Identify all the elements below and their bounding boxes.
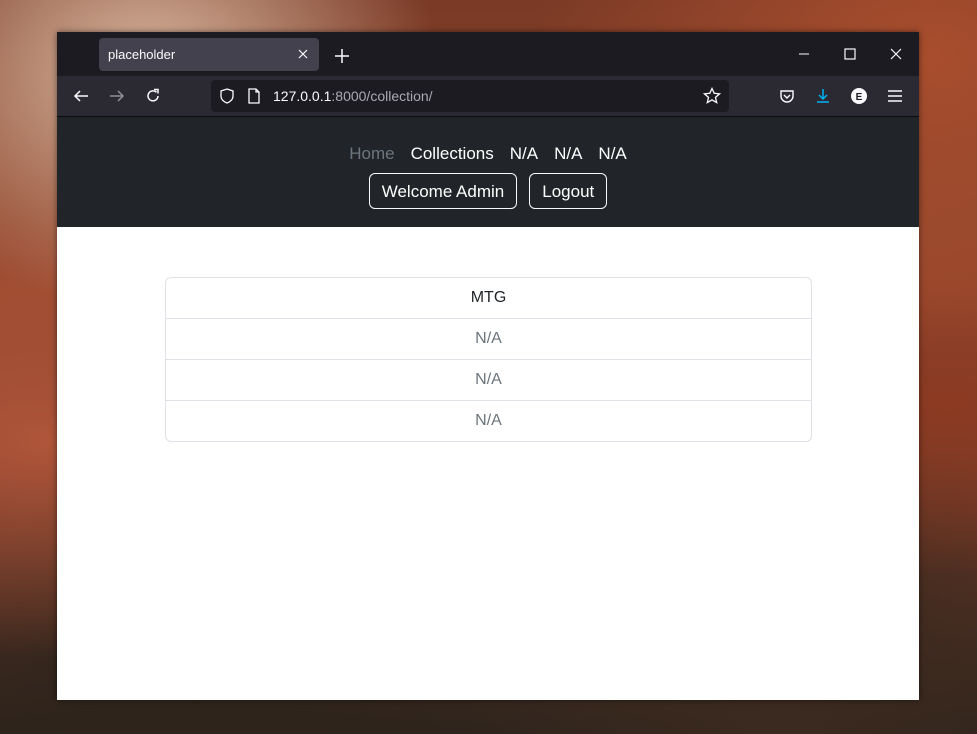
back-arrow-icon[interactable] xyxy=(67,82,95,110)
logout-button[interactable]: Logout xyxy=(529,173,608,209)
list-item-mtg[interactable]: MTG xyxy=(166,278,811,319)
title-bar: placeholder xyxy=(57,32,919,76)
welcome-admin-button[interactable]: Welcome Admin xyxy=(368,173,518,209)
download-icon[interactable] xyxy=(809,82,837,110)
url-text[interactable]: 127.0.0.1:8000/collection/ xyxy=(273,88,433,104)
close-tab-icon[interactable] xyxy=(295,46,311,62)
site-nav: Home Collections N/A N/A N/A xyxy=(57,144,919,164)
browser-tab[interactable]: placeholder xyxy=(99,38,319,71)
list-item[interactable]: N/A xyxy=(166,401,811,441)
forward-arrow-icon[interactable] xyxy=(103,82,131,110)
url-path: :8000/collection/ xyxy=(331,88,433,104)
bookmark-star-icon[interactable] xyxy=(702,86,722,110)
address-bar[interactable]: 127.0.0.1:8000/collection/ xyxy=(211,80,729,112)
site-header: Home Collections N/A N/A N/A Welcome Adm… xyxy=(57,117,919,227)
nav-link-collections[interactable]: Collections xyxy=(411,144,494,164)
pocket-icon[interactable] xyxy=(773,82,801,110)
shield-icon[interactable] xyxy=(219,88,235,109)
new-tab-plus-icon[interactable] xyxy=(331,45,353,67)
list-item[interactable]: N/A xyxy=(166,360,811,401)
page-icon[interactable] xyxy=(247,88,261,109)
browser-window: placeholder 127.0.0.1:8000/collection/ E… xyxy=(57,32,919,700)
list-item[interactable]: N/A xyxy=(166,319,811,360)
close-window-icon[interactable] xyxy=(881,40,911,68)
hamburger-menu-icon[interactable] xyxy=(881,82,909,110)
nav-link-home[interactable]: Home xyxy=(349,144,394,164)
nav-link-na-3[interactable]: N/A xyxy=(598,144,626,164)
main-content: MTG N/A N/A N/A xyxy=(57,227,919,700)
svg-text:E: E xyxy=(856,92,863,103)
collection-list: MTG N/A N/A N/A xyxy=(165,277,812,442)
nav-link-na-2[interactable]: N/A xyxy=(554,144,582,164)
url-host: 127.0.0.1 xyxy=(273,88,332,104)
navigation-toolbar: 127.0.0.1:8000/collection/ E xyxy=(57,76,919,116)
reload-icon[interactable] xyxy=(139,82,167,110)
tab-title: placeholder xyxy=(108,47,176,62)
minimize-icon[interactable] xyxy=(789,40,819,68)
maximize-icon[interactable] xyxy=(835,40,865,68)
header-buttons: Welcome Admin Logout xyxy=(57,173,919,209)
nav-link-na-1[interactable]: N/A xyxy=(510,144,538,164)
account-avatar-icon[interactable]: E xyxy=(845,82,873,110)
